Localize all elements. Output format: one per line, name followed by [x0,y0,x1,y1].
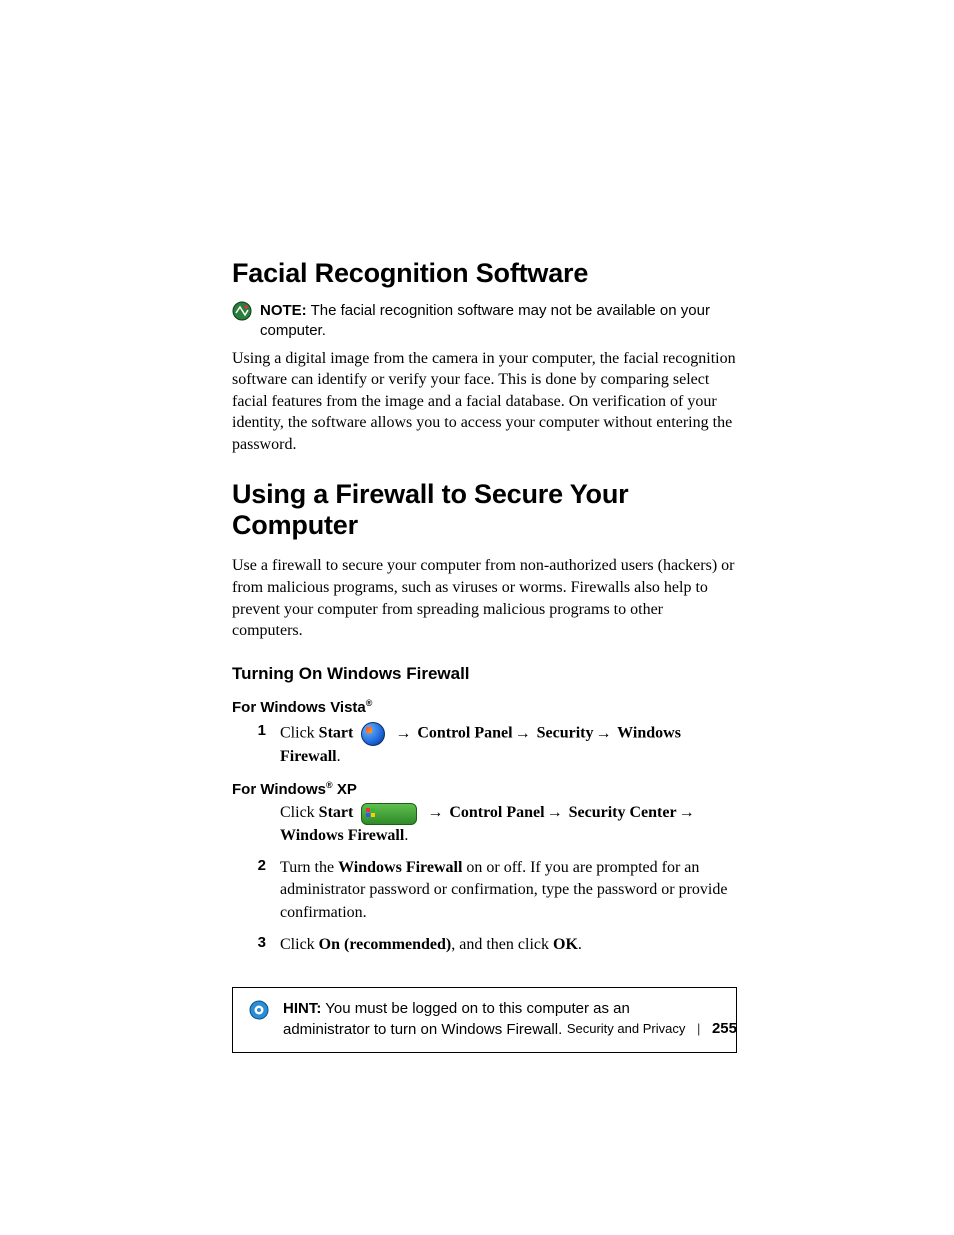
body-facial-recognition: Using a digital image from the camera in… [232,348,737,456]
body-firewall: Use a firewall to secure your computer f… [232,555,737,641]
ok-label: OK [553,936,578,953]
step-body: Click Start → Control Panel→ Security Ce… [280,802,737,847]
note-label: NOTE: [260,302,307,319]
step-1-xp: Click Start → Control Panel→ Security Ce… [232,802,737,847]
security-center-label: Security Center [565,804,677,821]
step-body: Turn the Windows Firewall on or off. If … [280,857,737,924]
note-body: The facial recognition software may not … [260,302,710,339]
page-number: 255 [712,1020,737,1037]
registered-mark: ® [366,698,373,708]
xp-start-icon [361,803,417,825]
text: . [337,748,341,765]
step-2: 2 Turn the Windows Firewall on or off. I… [232,857,737,924]
text: Click [280,936,319,953]
arrow-icon: → [593,725,613,742]
arrow-icon: → [393,725,413,742]
heading-vista-text: For Windows Vista [232,699,366,716]
step-body: Click Start → Control Panel→ Security→ W… [280,722,737,768]
step-number: 1 [232,722,280,739]
heading-xp: For Windows® XP [232,780,737,798]
page-footer: Security and Privacy | 255 [0,1020,737,1037]
windows-firewall-label: Windows Firewall [338,859,462,876]
on-recommended-label: On (recommended) [319,936,452,953]
chapter-name: Security and Privacy [567,1021,686,1036]
step-body: Click On (recommended), and then click O… [280,934,737,956]
text: . [578,936,582,953]
heading-xp-post: XP [333,781,357,798]
step-3: 3 Click On (recommended), and then click… [232,934,737,956]
arrow-icon: → [425,804,445,821]
security-label: Security [533,725,594,742]
subheading-turning-on: Turning On Windows Firewall [232,664,737,684]
start-label: Start [319,725,354,742]
arrow-icon: → [677,804,697,821]
registered-mark: ® [326,780,333,790]
step-1-vista: 1 Click Start → Control Panel→ Security→… [232,722,737,768]
step-number: 3 [232,934,280,951]
heading-xp-pre: For Windows [232,781,326,798]
heading-firewall: Using a Firewall to Secure Your Computer [232,479,737,541]
hint-label: HINT: [283,1000,321,1017]
control-panel-label: Control Panel [413,725,512,742]
footer-separator: | [689,1021,708,1036]
text: . [404,827,408,844]
text: Turn the [280,859,338,876]
text: Click [280,725,319,742]
text: Click [280,804,319,821]
note-icon [232,301,252,326]
control-panel-label: Control Panel [445,804,544,821]
page-content: Facial Recognition Software NOTE: The fa… [232,258,737,1053]
heading-vista: For Windows Vista® [232,698,737,716]
arrow-icon: → [513,725,533,742]
start-label: Start [319,804,354,821]
windows-firewall-label: Windows Firewall [280,827,404,844]
note-callout: NOTE: The facial recognition software ma… [232,301,737,342]
text: , and then click [451,936,553,953]
step-number: 2 [232,857,280,874]
note-text: NOTE: The facial recognition software ma… [260,301,737,342]
arrow-icon: → [545,804,565,821]
heading-facial-recognition: Facial Recognition Software [232,258,737,289]
vista-start-icon [361,722,385,746]
